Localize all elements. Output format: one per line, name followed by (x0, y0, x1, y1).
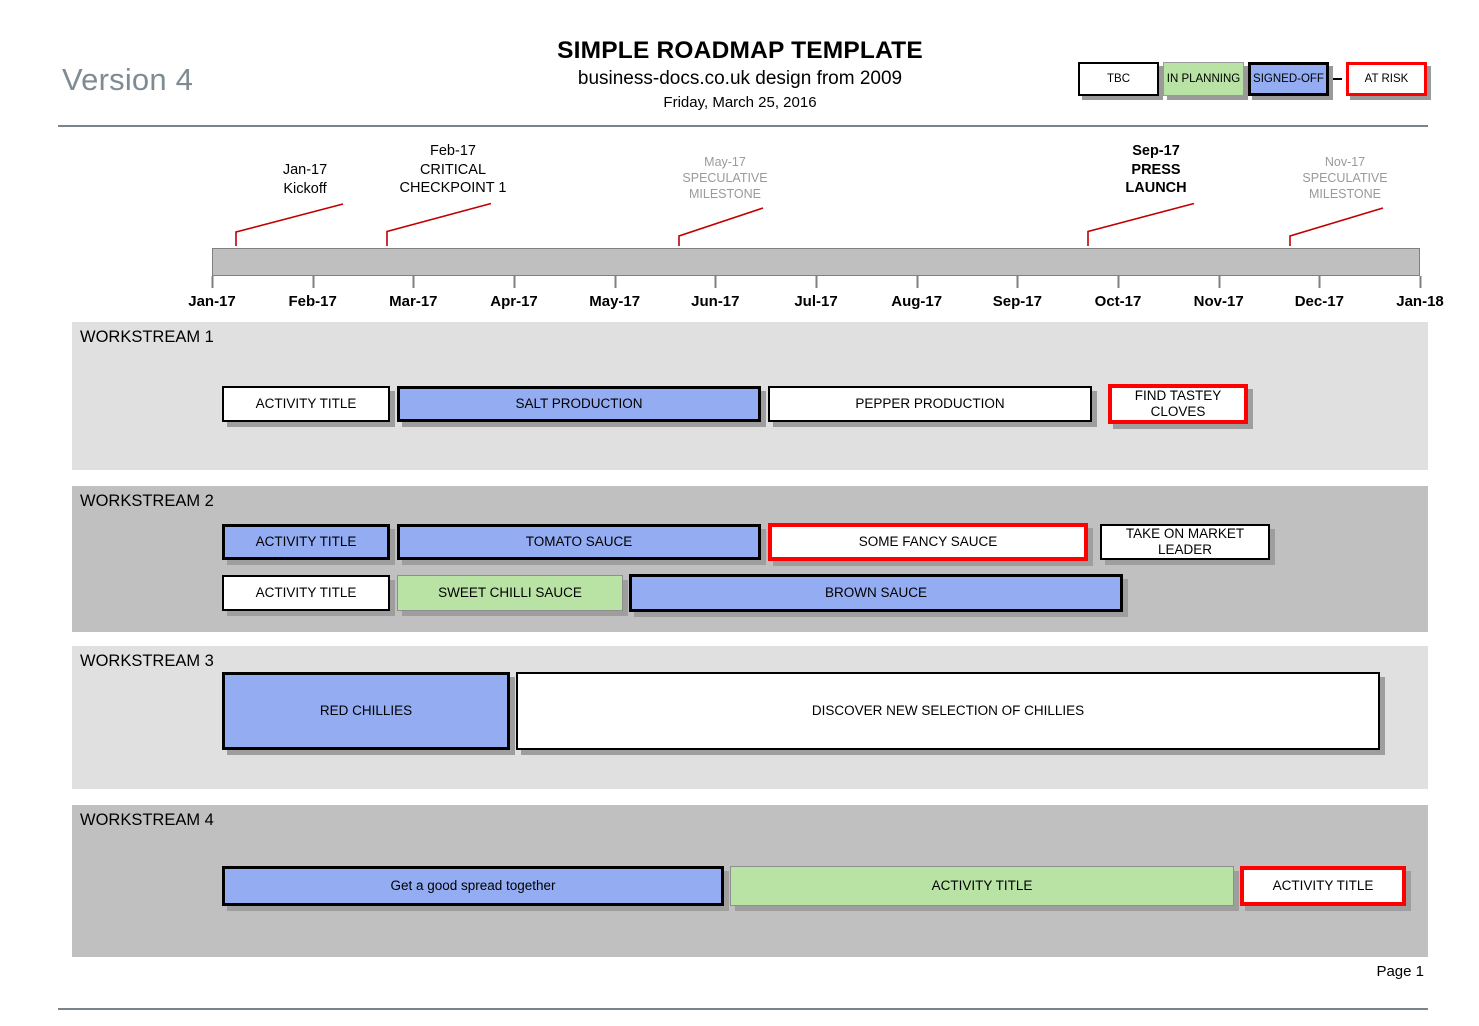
activity-bar[interactable]: ACTIVITY TITLE (730, 866, 1239, 911)
activity-bar[interactable]: TOMATO SAUCE (397, 524, 766, 565)
month-label-aug-17: Aug-17 (891, 293, 943, 310)
milestone-label-line: PRESS (1131, 161, 1181, 178)
activity-bar-label: ACTIVITY TITLE (222, 524, 390, 560)
footer-divider (58, 1008, 1428, 1010)
page-title: SIMPLE ROADMAP TEMPLATE (557, 37, 923, 64)
legend-item-label: SIGNED-OFF (1248, 62, 1329, 96)
legend-item-label: TBC (1078, 62, 1159, 96)
page-header: Version 4 SIMPLE ROADMAP TEMPLATE busine… (0, 0, 1479, 128)
activity-bar-label: ACTIVITY TITLE (1240, 866, 1406, 906)
workstream-band-1: WORKSTREAM 1 ACTIVITY TITLE SALT PRODUCTIO… (72, 322, 1428, 470)
header-divider (58, 125, 1428, 127)
milestone-label: Feb-17 CRITICAL CHECKPOINT 1 (400, 142, 507, 198)
month-label-jul-17: Jul-17 (794, 293, 838, 310)
activity-bar-label: SOME FANCY SAUCE (768, 523, 1088, 561)
milestone-label-line: CRITICAL (419, 161, 487, 178)
activity-bar[interactable]: DISCOVER NEW SELECTION OF CHILLIES (516, 672, 1385, 755)
milestone-label-line: Feb-17 (430, 143, 476, 159)
workstream-band-3: WORKSTREAM 3 RED CHILLIES DISCOVER NEW SEL… (72, 646, 1428, 789)
month-label-may-17: May-17 (589, 293, 641, 310)
milestone-label-line: Sep-17 (1132, 143, 1180, 159)
legend-item-tbc: TBC (1078, 62, 1163, 100)
status-legend: TBC IN PLANNING SIGNED-OFF AT RISK (1078, 62, 1431, 100)
milestone-label-line: LAUNCH (1125, 180, 1187, 196)
month-label-jan-18: Jan-18 (1396, 293, 1444, 310)
workstream-title: WORKSTREAM 4 (80, 811, 214, 829)
milestone-label-line: MILESTONE (688, 187, 761, 201)
activity-bar-label: SWEET CHILLI SAUCE (397, 575, 623, 611)
version-label: Version 4 (62, 62, 194, 97)
month-label-dec-17: Dec-17 (1294, 293, 1344, 310)
month-label-sep-17: Sep-17 (992, 293, 1042, 310)
workstream-band-2: WORKSTREAM 2 ACTIVITY TITLE TOMATO SAUCE SO… (72, 486, 1428, 632)
activity-bar[interactable]: TAKE ON MARKET LEADER (1100, 524, 1275, 565)
activity-bar[interactable]: SWEET CHILLI SAUCE (397, 575, 628, 616)
activity-bar[interactable]: Get a good spread together (222, 866, 729, 911)
activity-bar[interactable]: SOME FANCY SAUCE (768, 523, 1093, 566)
month-label-feb-17: Feb-17 (288, 293, 337, 310)
milestone-label-line: Nov-17 (1324, 155, 1366, 169)
page-number: Page 1 (1376, 963, 1424, 980)
activity-bar[interactable]: ACTIVITY TITLE (222, 524, 395, 565)
activity-bar-label: BROWN SAUCE (629, 574, 1123, 612)
milestone-label-line: SPECULATIVE (682, 171, 768, 185)
activity-bar[interactable]: ACTIVITY TITLE (1240, 866, 1411, 911)
activity-bar-label: ACTIVITY TITLE (730, 866, 1234, 906)
activity-bar[interactable]: SALT PRODUCTION (397, 386, 766, 427)
milestone-label-line: CHECKPOINT 1 (399, 180, 507, 196)
milestone-label: Nov-17 SPECULATIVE MILESTONE (1302, 154, 1387, 202)
activity-bar-label: ACTIVITY TITLE (222, 575, 390, 611)
milestone-label-line: Kickoff (283, 180, 327, 197)
activity-bar-label: SALT PRODUCTION (397, 386, 761, 422)
month-label-jan-17: Jan-17 (188, 293, 236, 310)
title-block: SIMPLE ROADMAP TEMPLATE business-docs.co… (430, 36, 1050, 113)
activity-bar-label: FIND TASTEY CLOVES (1108, 384, 1248, 424)
legend-item-signed: SIGNED-OFF (1248, 62, 1333, 100)
month-label-jun-17: Jun-17 (691, 293, 740, 310)
activity-bar[interactable]: PEPPER PRODUCTION (768, 386, 1097, 427)
workstream-title: WORKSTREAM 2 (80, 492, 214, 510)
page-date: Friday, March 25, 2016 (663, 94, 817, 111)
milestone-label: Jan-17 Kickoff (283, 161, 327, 198)
activity-bar-label: Get a good spread together (222, 866, 724, 906)
milestone-label-line: SPECULATIVE (1302, 171, 1388, 185)
activity-bar-label: TOMATO SAUCE (397, 524, 761, 560)
activity-bar-label: ACTIVITY TITLE (222, 386, 390, 422)
activity-bar-label: PEPPER PRODUCTION (768, 386, 1092, 422)
activity-bar[interactable]: RED CHILLIES (222, 672, 515, 755)
month-label-oct-17: Oct-17 (1094, 293, 1142, 310)
workstream-title: WORKSTREAM 3 (80, 652, 214, 670)
milestone-label-line: May-17 (704, 155, 746, 169)
timeline-section: Jan-17 Feb-17 Mar-17 Apr-17 May-17 Jun-17 Jul-… (0, 128, 1479, 318)
activity-bar[interactable]: BROWN SAUCE (629, 574, 1128, 617)
activity-bar[interactable]: ACTIVITY TITLE (222, 386, 395, 427)
legend-connector-line (1333, 78, 1342, 80)
month-label-apr-17: Apr-17 (490, 293, 538, 310)
legend-item-planning: IN PLANNING (1163, 62, 1248, 100)
legend-item-label: IN PLANNING (1163, 62, 1244, 96)
legend-item-label: AT RISK (1346, 62, 1427, 96)
milestone-label: May-17 SPECULATIVE MILESTONE (682, 154, 767, 202)
month-label-nov-17: Nov-17 (1193, 293, 1244, 310)
activity-bar-label: TAKE ON MARKET LEADER (1100, 524, 1270, 560)
activity-bar-label: RED CHILLIES (222, 672, 510, 750)
workstream-title: WORKSTREAM 1 (80, 328, 214, 346)
milestone-label: Sep-17 PRESS LAUNCH (1125, 142, 1186, 198)
page-subtitle: business-docs.co.uk design from 2009 (577, 68, 903, 89)
activity-bar-label: DISCOVER NEW SELECTION OF CHILLIES (516, 672, 1380, 750)
month-label-mar-17: Mar-17 (389, 293, 438, 310)
activity-bar[interactable]: FIND TASTEY CLOVES (1108, 384, 1253, 429)
workstream-band-4: WORKSTREAM 4 Get a good spread together AC… (72, 805, 1428, 957)
legend-item-atrisk: AT RISK (1346, 62, 1431, 100)
activity-bar[interactable]: ACTIVITY TITLE (222, 575, 395, 616)
milestone-label-line: Jan-17 (282, 162, 328, 178)
milestone-label-line: MILESTONE (1308, 187, 1381, 201)
